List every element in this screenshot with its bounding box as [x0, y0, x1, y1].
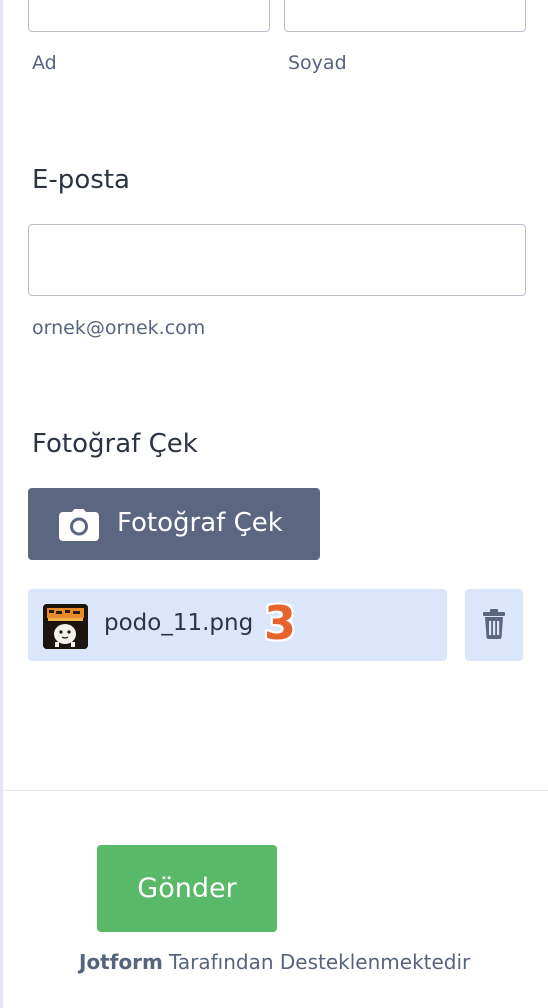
trash-icon — [483, 609, 505, 639]
jotform-brand-link[interactable]: Jotform — [79, 950, 163, 974]
uploaded-file-item: podo_11.png 3 — [28, 589, 447, 661]
email-sublabel: ornek@ornek.com — [32, 317, 206, 339]
take-photo-button-label: Fotoğraf Çek — [117, 508, 283, 538]
take-photo-button[interactable]: Fotoğraf Çek — [28, 488, 320, 560]
first-name-sublabel: Ad — [32, 52, 57, 74]
last-name-input[interactable] — [284, 0, 526, 32]
file-thumbnail — [43, 604, 88, 649]
photo-label: Fotoğraf Çek — [32, 429, 198, 459]
first-name-input[interactable] — [28, 0, 270, 32]
email-input[interactable] — [28, 224, 526, 296]
submit-button-label: Gönder — [137, 873, 237, 904]
footer-text: Tarafından Desteklenmektedir — [169, 950, 471, 974]
file-name: podo_11.png — [104, 610, 254, 636]
email-label: E-posta — [32, 165, 130, 195]
thumbnail-image — [43, 604, 88, 649]
section-divider — [3, 790, 548, 791]
form-left-border — [0, 0, 3, 1008]
submit-button[interactable]: Gönder — [97, 845, 277, 932]
last-name-sublabel: Soyad — [288, 52, 347, 74]
step-number-badge: 3 — [264, 596, 297, 650]
camera-icon — [59, 509, 99, 541]
delete-file-button[interactable] — [465, 589, 523, 661]
